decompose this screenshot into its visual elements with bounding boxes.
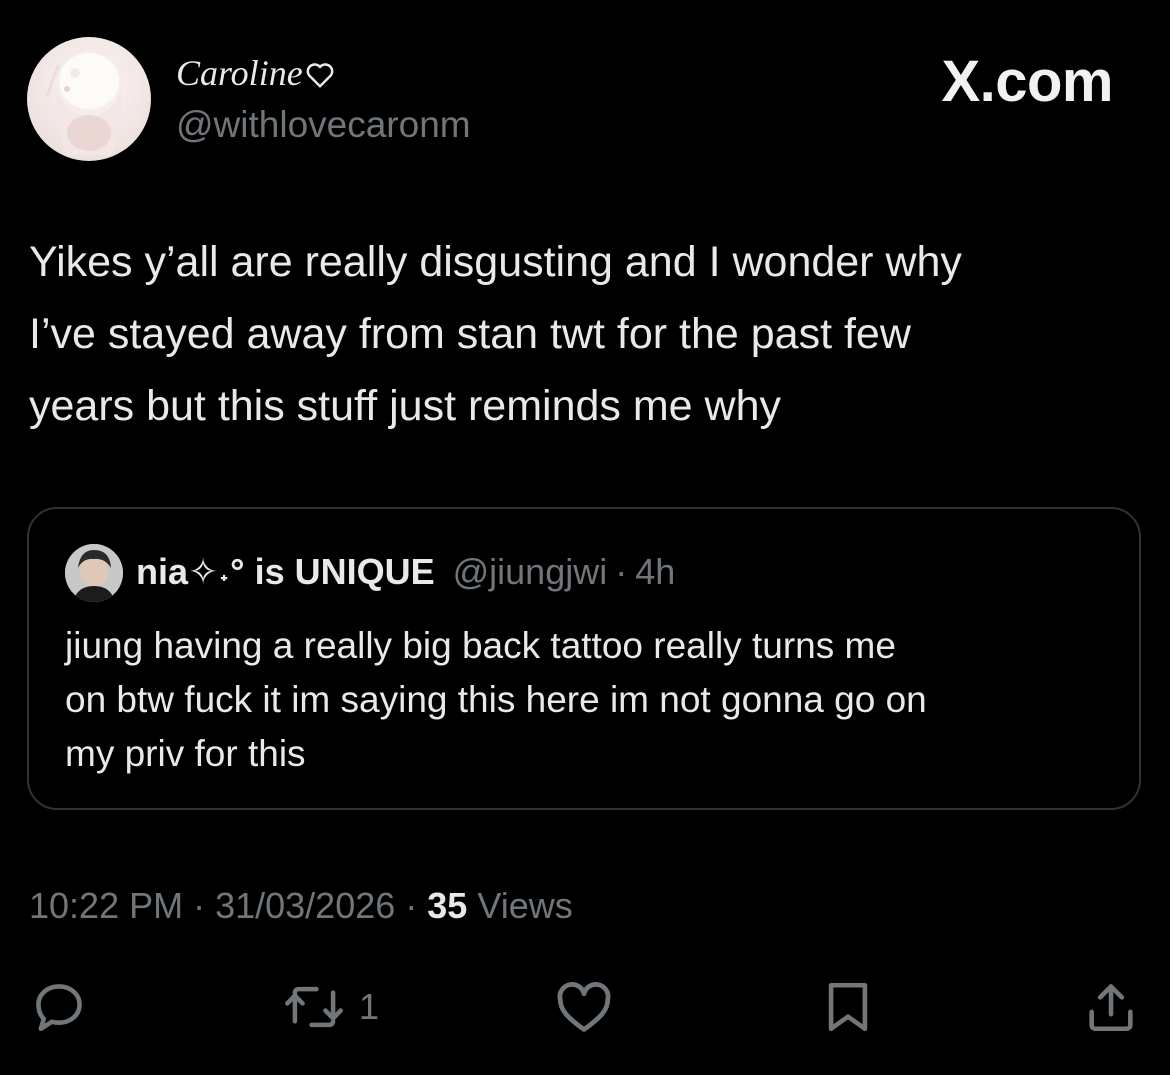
author-name-text: Caroline <box>176 53 303 93</box>
views-count: 35 <box>427 885 468 926</box>
brand-logo: X.com <box>941 49 1113 114</box>
tweet-time[interactable]: 10:22 PM <box>29 885 183 927</box>
author-name[interactable]: Caroline <box>176 52 335 94</box>
quoted-author-handle[interactable]: @jiungjwi <box>453 551 608 593</box>
share-icon <box>1089 984 1133 1032</box>
quoted-author-avatar[interactable] <box>65 544 123 602</box>
author-avatar[interactable] <box>27 37 151 161</box>
share-button[interactable] <box>1082 978 1140 1036</box>
retweet-icon <box>285 986 343 1028</box>
quoted-tweet-line: jiung having a really big back tattoo re… <box>65 625 896 666</box>
tweet-text: Yikes y’all are really disgusting and I … <box>29 226 1129 442</box>
quoted-tweet-time[interactable]: 4h <box>635 551 675 593</box>
author-handle[interactable]: @withlovecaronm <box>176 104 471 146</box>
quoted-tweet-card[interactable]: nia✧˖° is UNIQUE @jiungjwi · 4h jiung ha… <box>27 507 1141 810</box>
reply-button[interactable] <box>30 978 88 1036</box>
quoted-author-name[interactable]: nia✧˖° is UNIQUE <box>136 551 435 593</box>
tweet-line: Yikes y’all are really disgusting and I … <box>29 238 962 286</box>
quoted-tweet-line: on btw fuck it im saying this here im no… <box>65 679 927 720</box>
bookmark-icon <box>828 982 868 1032</box>
heart-outline-icon <box>306 63 334 88</box>
like-icon <box>557 982 611 1032</box>
separator-dot: · <box>615 551 628 592</box>
separator-dot: · <box>405 885 418 926</box>
quoted-tweet-line: my priv for this <box>65 733 306 774</box>
reply-icon <box>36 984 82 1032</box>
tweet-line: I’ve stayed away from stan twt for the p… <box>29 310 911 358</box>
tweet-date[interactable]: 31/03/2026 <box>215 885 395 927</box>
retweet-count: 1 <box>359 986 380 1027</box>
tweet-meta: 10:22 PM · 31/03/2026 · 35 Views <box>29 885 573 927</box>
quoted-tweet-text: jiung having a really big back tattoo re… <box>65 619 927 781</box>
retweet-button[interactable]: 1 <box>283 978 379 1036</box>
separator-dot: · <box>193 885 206 926</box>
bookmark-button[interactable] <box>820 978 876 1036</box>
tweet-line: years but this stuff just reminds me why <box>29 382 781 430</box>
views-label: Views <box>477 885 573 926</box>
quoted-tweet-header: nia✧˖° is UNIQUE @jiungjwi · 4h <box>136 551 675 593</box>
like-button[interactable] <box>554 978 614 1036</box>
